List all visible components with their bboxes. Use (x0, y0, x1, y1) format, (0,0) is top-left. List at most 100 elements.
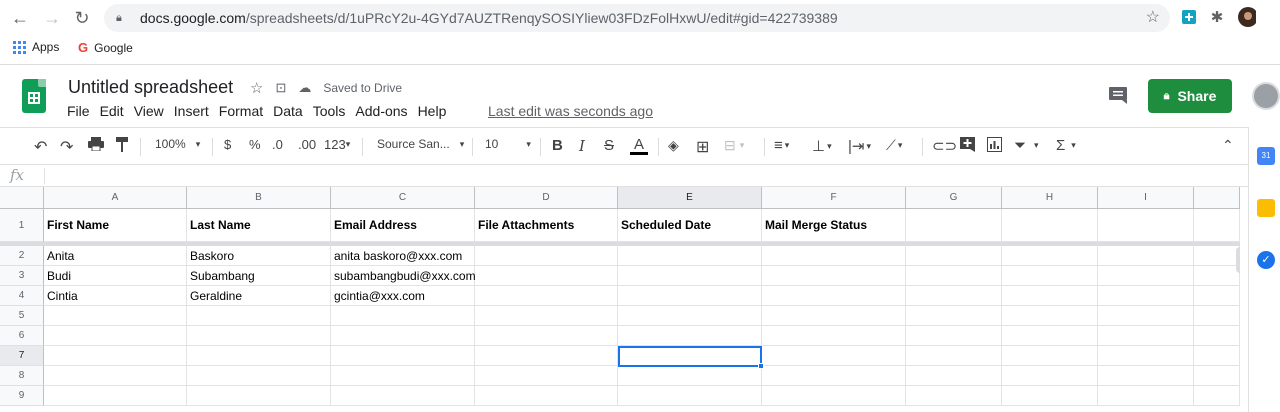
cell[interactable] (44, 366, 187, 386)
cell[interactable] (44, 346, 187, 366)
cell[interactable]: Baskoro (187, 246, 331, 266)
cell[interactable] (187, 306, 331, 326)
fill-color-icon[interactable]: ◈ (668, 137, 679, 154)
cell[interactable] (906, 286, 1002, 306)
cell[interactable] (618, 266, 762, 286)
menu-file[interactable]: File (67, 103, 90, 119)
cell[interactable] (1002, 326, 1098, 346)
tasks-icon[interactable]: ✓ (1257, 251, 1275, 269)
cell[interactable] (1098, 266, 1194, 286)
column-header-e[interactable]: E (618, 187, 762, 209)
cell[interactable] (475, 346, 618, 366)
menu-format[interactable]: Format (219, 103, 263, 119)
cell[interactable]: Budi (44, 266, 187, 286)
cell[interactable] (906, 266, 1002, 286)
cell[interactable] (1098, 246, 1194, 266)
column-header-h[interactable]: H (1002, 187, 1098, 209)
vertical-scrollbar[interactable] (1236, 247, 1240, 273)
cell[interactable]: anita baskoro@xxx.com (331, 246, 475, 266)
cell[interactable] (331, 366, 475, 386)
cell[interactable] (187, 346, 331, 366)
collapse-menus-icon[interactable]: ⌃ (1222, 137, 1234, 154)
menu-view[interactable]: View (134, 103, 164, 119)
star-icon[interactable]: ☆ (250, 79, 263, 97)
cell[interactable] (1002, 346, 1098, 366)
bookmark-star-icon[interactable]: ☆ (1146, 7, 1160, 27)
row-header-2[interactable]: 2 (0, 246, 44, 266)
cell[interactable] (618, 306, 762, 326)
decrease-decimal-button[interactable]: .0 (272, 137, 283, 152)
italic-button[interactable]: I (579, 137, 585, 155)
cell[interactable] (906, 306, 1002, 326)
column-header-d[interactable]: D (475, 187, 618, 209)
cell[interactable] (762, 286, 906, 306)
text-wrapping-icon[interactable]: |⇥ ▾ (848, 137, 871, 155)
cell[interactable] (1002, 246, 1098, 266)
currency-button[interactable]: $ (224, 137, 231, 152)
row-header-3[interactable]: 3 (0, 266, 44, 286)
back-icon[interactable]: ← (8, 6, 32, 30)
menu-insert[interactable]: Insert (174, 103, 209, 119)
cell[interactable]: gcintia@xxx.com (331, 286, 475, 306)
cell[interactable] (331, 386, 475, 406)
column-header-b[interactable]: B (187, 187, 331, 209)
cell[interactable] (1098, 306, 1194, 326)
reload-icon[interactable]: ↻ (70, 6, 94, 30)
cell[interactable] (1002, 266, 1098, 286)
row-header-6[interactable]: 6 (0, 326, 44, 346)
cell[interactable] (1002, 366, 1098, 386)
profile-avatar[interactable] (1238, 7, 1256, 27)
cell[interactable] (1002, 306, 1098, 326)
increase-decimal-button[interactable]: .00 (298, 137, 316, 152)
cell[interactable] (1098, 286, 1194, 306)
keep-icon[interactable] (1257, 199, 1275, 217)
more-formats-button[interactable]: 123 ▾ (324, 137, 350, 152)
cell[interactable] (331, 306, 475, 326)
cell[interactable] (1098, 366, 1194, 386)
forward-icon[interactable]: → (40, 6, 64, 30)
menu-help[interactable]: Help (418, 103, 447, 119)
cell[interactable] (44, 326, 187, 346)
header-cell[interactable]: Last Name (187, 209, 331, 242)
document-title[interactable]: Untitled spreadsheet (68, 77, 233, 98)
move-folder-icon[interactable]: ⊡ (275, 80, 286, 96)
bookmark-google[interactable]: G Google (78, 40, 133, 55)
merge-cells-icon[interactable]: ⊟ ▾ (724, 137, 744, 154)
vertical-align-icon[interactable]: ⊥ ▾ (812, 137, 832, 155)
cell[interactable] (906, 346, 1002, 366)
last-edit-link[interactable]: Last edit was seconds ago (488, 103, 653, 119)
cell[interactable] (762, 366, 906, 386)
menu-edit[interactable]: Edit (100, 103, 124, 119)
header-cell[interactable]: Scheduled Date (618, 209, 762, 242)
column-header-a[interactable]: A (44, 187, 187, 209)
row-header-7[interactable]: 7 (0, 346, 44, 366)
insert-comment-icon[interactable] (960, 137, 975, 152)
cell[interactable] (475, 366, 618, 386)
cell[interactable] (475, 306, 618, 326)
functions-icon[interactable]: Σ ▾ (1056, 137, 1076, 154)
sheets-logo-icon[interactable] (22, 79, 46, 113)
undo-icon[interactable]: ↶ (34, 137, 47, 157)
header-cell[interactable]: Mail Merge Status (762, 209, 906, 242)
filter-icon[interactable]: ⏷ ▾ (1014, 137, 1039, 154)
cell[interactable] (762, 266, 906, 286)
cell[interactable] (762, 386, 906, 406)
address-bar[interactable]: 🔒︎ docs.google.com/spreadsheets/d/1uPRcY… (104, 4, 1170, 32)
bookmark-apps[interactable]: Apps (13, 40, 59, 54)
redo-icon[interactable]: ↷ (60, 137, 73, 157)
cell[interactable] (475, 386, 618, 406)
column-header-i[interactable]: I (1098, 187, 1194, 209)
cell[interactable] (762, 326, 906, 346)
strikethrough-button[interactable]: S (604, 137, 614, 154)
cell[interactable] (906, 366, 1002, 386)
cell[interactable] (618, 326, 762, 346)
text-rotation-icon[interactable]: ⟋ ▾ (886, 137, 902, 154)
cell[interactable] (331, 346, 475, 366)
cell[interactable]: Subambang (187, 266, 331, 286)
cell[interactable] (906, 386, 1002, 406)
font-size-select[interactable]: 10 ▾ (485, 137, 531, 151)
cell[interactable]: Cintia (44, 286, 187, 306)
header-cell[interactable] (906, 209, 1002, 242)
print-icon[interactable] (88, 137, 104, 151)
menu-data[interactable]: Data (273, 103, 303, 119)
